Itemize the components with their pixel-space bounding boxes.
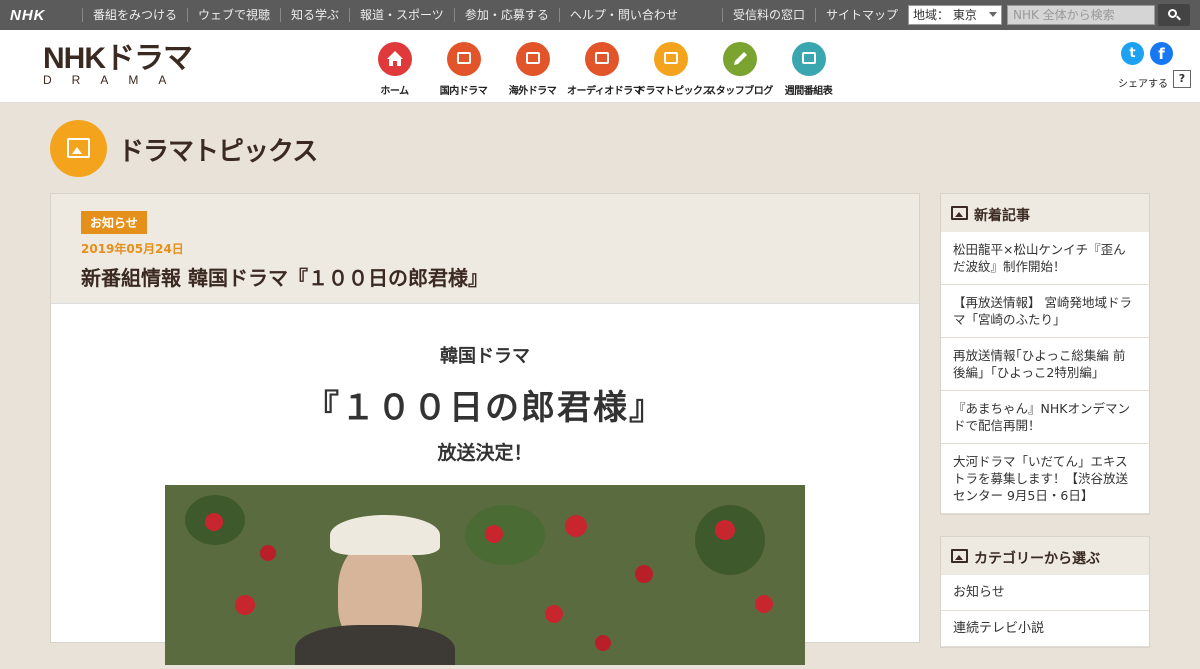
category-badge[interactable]: お知らせ <box>81 211 147 234</box>
nav-label: 週間番組表 <box>784 86 833 97</box>
share-label: シェアする <box>1118 79 1168 90</box>
news-link[interactable]: 『あまちゃん』NHKオンデマンドで配信再開！ <box>941 391 1149 444</box>
article-header: お知らせ 2019年05月24日 新番組情報 韓国ドラマ『１００日の郎君様』 <box>51 194 919 304</box>
global-nav: 番組をみつける ウェブで視聴 知る学ぶ 報道・スポーツ 参加・応募する ヘルプ・… <box>82 0 688 30</box>
global-nav-link[interactable]: ウェブで視聴 <box>187 8 280 22</box>
nav-overseas-drama[interactable]: 海外ドラマ <box>498 40 567 97</box>
pencil-icon <box>722 42 757 76</box>
news-link[interactable]: 【再放送情報】 宮崎発地域ドラマ「宮崎のふたり」 <box>941 285 1149 338</box>
article: お知らせ 2019年05月24日 新番組情報 韓国ドラマ『１００日の郎君様』 韓… <box>50 193 920 665</box>
nav-drama-topics[interactable]: ドラマトピックス <box>636 40 712 97</box>
tv-icon <box>515 42 550 76</box>
global-nav-link[interactable]: 知る学ぶ <box>280 8 349 22</box>
show-name: 『１００日の郎君様』 <box>305 388 665 428</box>
nav-label: 海外ドラマ <box>508 86 557 97</box>
fee-link[interactable]: 受信料の窓口 <box>722 8 815 22</box>
category-box: カテゴリーから選ぶ お知らせ 連続テレビ小説 <box>940 536 1150 648</box>
news-link[interactable]: 再放送情報｢ひよっこ総集編 前後編｣「ひよっこ2特別編」 <box>941 338 1149 391</box>
nav-label: スタッフブログ <box>706 86 773 97</box>
article-title: 新番組情報 韓国ドラマ『１００日の郎君様』 <box>81 266 488 290</box>
nav-weekly-schedule[interactable]: 週間番組表 <box>774 40 843 97</box>
new-articles-title: 新着記事 <box>974 208 1030 224</box>
chevron-down-icon <box>989 12 997 17</box>
nav-home[interactable]: ホーム <box>360 40 429 97</box>
category-link[interactable]: お知らせ <box>941 575 1149 611</box>
nav-domestic-drama[interactable]: 国内ドラマ <box>429 40 498 97</box>
picture-icon <box>653 42 688 76</box>
nhk-logo[interactable]: NHK <box>10 7 46 24</box>
calendar-icon <box>791 42 826 76</box>
picture-icon <box>951 549 968 563</box>
new-articles-box: 新着記事 松田龍平×松山ケンイチ『歪んだ波紋』制作開始！ 【再放送情報】 宮崎発… <box>940 193 1150 515</box>
picture-icon <box>951 206 968 220</box>
global-utility-nav: 受信料の窓口 サイトマップ <box>722 0 908 30</box>
nav-audio-drama[interactable]: オーディオドラマ <box>567 40 643 97</box>
global-nav-link[interactable]: ヘルプ・問い合わせ <box>558 8 688 22</box>
tv-icon <box>446 42 481 76</box>
broadcast-decided: 放送決定！ <box>437 442 533 464</box>
global-nav-link[interactable]: 参加・応募する <box>453 8 559 22</box>
category-link[interactable]: 連続テレビ小説 <box>941 611 1149 647</box>
region-select[interactable]: 地域： 東京 <box>908 5 1002 25</box>
region-value: 地域： 東京 <box>913 8 977 22</box>
radio-icon <box>584 42 619 76</box>
drama-key-visual <box>165 485 805 665</box>
sidebar: 新着記事 松田龍平×松山ケンイチ『歪んだ波紋』制作開始！ 【再放送情報】 宮崎発… <box>940 193 1150 669</box>
logo-main: NHKドラマ <box>43 42 193 75</box>
main-nav: ホーム 国内ドラマ 海外ドラマ オーディオドラマ ドラマトピックス スタッフブロ… <box>360 40 843 97</box>
search-input[interactable]: NHK 全体から検索 <box>1007 5 1155 25</box>
nav-staff-blog[interactable]: スタッフブログ <box>705 40 774 97</box>
site-header: NHKドラマ DRAMA ホーム 国内ドラマ 海外ドラマ オーディオドラマ ドラ… <box>0 30 1200 103</box>
facebook-icon[interactable]: f <box>1150 42 1173 65</box>
global-nav-link[interactable]: 番組をみつける <box>82 8 187 22</box>
article-date: 2019年05月24日 <box>81 242 184 256</box>
sitemap-link[interactable]: サイトマップ <box>815 8 908 22</box>
picture-icon <box>50 120 107 177</box>
news-link[interactable]: 松田龍平×松山ケンイチ『歪んだ波紋』制作開始！ <box>941 232 1149 285</box>
home-icon <box>377 42 412 76</box>
nav-label: ホーム <box>380 86 409 97</box>
share-help-button[interactable]: ? <box>1173 70 1191 88</box>
article-kicker: 韓国ドラマ <box>440 346 530 367</box>
global-nav-link[interactable]: 報道・スポーツ <box>349 8 454 22</box>
global-header: NHK 番組をみつける ウェブで視聴 知る学ぶ 報道・スポーツ 参加・応募する … <box>0 0 1200 30</box>
category-title: カテゴリーから選ぶ <box>974 551 1100 567</box>
section-title: ドラマトピックス <box>118 137 318 167</box>
nav-label: 国内ドラマ <box>439 86 488 97</box>
logo-sub: DRAMA <box>43 73 187 87</box>
nav-label: オーディオドラマ <box>567 86 643 97</box>
nav-label: ドラマトピックス <box>636 86 712 97</box>
twitter-icon[interactable]: t <box>1121 42 1144 65</box>
search-button[interactable] <box>1158 4 1190 26</box>
news-link[interactable]: 大河ドラマ「いだてん」エキストラを募集します！【渋谷放送センター 9月5日・6日… <box>941 444 1149 514</box>
nhk-drama-logo[interactable]: NHKドラマ DRAMA <box>43 42 193 87</box>
